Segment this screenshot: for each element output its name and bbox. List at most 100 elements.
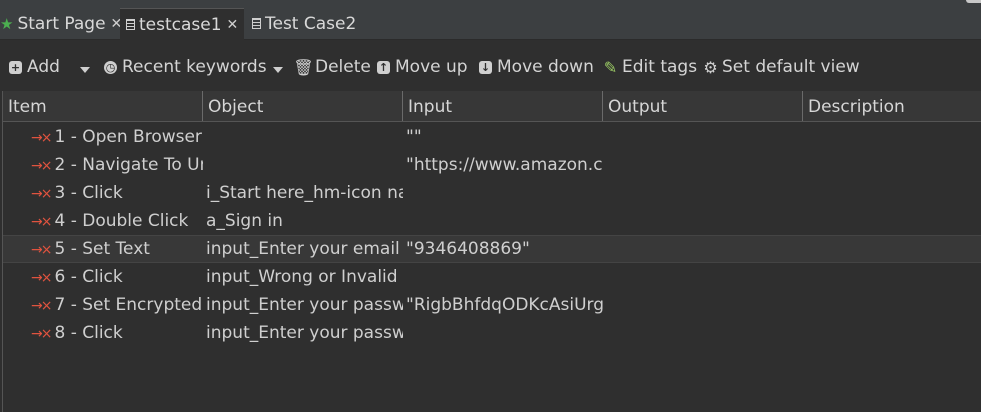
keyword-step-icon: →× bbox=[31, 214, 53, 230]
cell-object[interactable] bbox=[206, 151, 403, 179]
column-header-object[interactable]: Object bbox=[203, 91, 403, 121]
cell-object[interactable] bbox=[206, 123, 403, 151]
cell-description[interactable] bbox=[806, 151, 981, 179]
cell-object[interactable]: input_Wrong or Invalid e bbox=[206, 263, 403, 291]
move-down-button[interactable]: ↓ Move down bbox=[479, 56, 594, 78]
cell-item-text: 7 - Set Encrypted Text bbox=[54, 295, 203, 315]
tab-test-case2[interactable]: Test Case2 bbox=[252, 8, 356, 39]
keyword-step-icon: →× bbox=[31, 270, 53, 286]
column-header-item[interactable]: Item bbox=[3, 91, 203, 121]
cell-input[interactable] bbox=[406, 319, 603, 347]
cell-item-text: 8 - Click bbox=[54, 323, 123, 343]
add-button[interactable]: + Add bbox=[9, 56, 60, 78]
delete-label: Delete bbox=[315, 57, 371, 77]
tab-label: testcase1 bbox=[139, 14, 222, 35]
test-case-icon bbox=[126, 19, 135, 30]
cell-item[interactable]: →× 1 - Open Browser bbox=[31, 123, 203, 151]
cell-output[interactable] bbox=[606, 319, 803, 347]
column-header-output[interactable]: Output bbox=[603, 91, 803, 121]
cell-object[interactable]: input_Enter your passwo bbox=[206, 291, 403, 319]
recent-keywords-button[interactable]: ◷ Recent keywords bbox=[104, 56, 267, 78]
column-header-description[interactable]: Description bbox=[803, 91, 981, 121]
cell-object-text: i_Start here_hm-icon nav- bbox=[206, 183, 403, 203]
keyword-step-icon: →× bbox=[31, 186, 53, 202]
cell-object-text: a_Sign in bbox=[206, 211, 283, 231]
add-dropdown-chevron-icon[interactable] bbox=[80, 67, 90, 73]
cell-output[interactable] bbox=[606, 123, 803, 151]
cell-item[interactable]: →× 4 - Double Click bbox=[31, 207, 203, 235]
cell-output[interactable] bbox=[606, 291, 803, 319]
cell-output[interactable] bbox=[606, 207, 803, 235]
cell-description[interactable] bbox=[806, 207, 981, 235]
table-row[interactable]: →× 3 - Click i_Start here_hm-icon nav- bbox=[3, 179, 981, 207]
tab-testcase1[interactable]: testcase1 ✕ bbox=[120, 8, 245, 40]
tab-start-page[interactable]: ★ Start Page ✕ bbox=[0, 8, 122, 39]
cell-item[interactable]: →× 3 - Click bbox=[31, 179, 203, 207]
cell-input-text: "RigbBhfdqODKcAsiUrg- bbox=[406, 295, 603, 315]
cell-input[interactable] bbox=[406, 179, 603, 207]
cell-input[interactable]: "9346408869" bbox=[406, 236, 603, 264]
cell-item-text: 2 - Navigate To Url bbox=[54, 155, 203, 175]
table-row[interactable]: →× 6 - Click input_Wrong or Invalid e bbox=[3, 263, 981, 291]
set-default-view-button[interactable]: ⚙ Set default view bbox=[703, 56, 860, 78]
cell-input[interactable]: "https://www.amazon.co bbox=[406, 151, 603, 179]
arrow-down-icon: ↓ bbox=[479, 60, 492, 74]
recent-keywords-label: Recent keywords bbox=[122, 57, 267, 77]
table-row[interactable]: →× 2 - Navigate To Url "https://www.amazon… bbox=[3, 151, 981, 179]
keyword-step-icon: →× bbox=[31, 242, 53, 258]
cell-item[interactable]: →×7 - Set Encrypted Text bbox=[31, 291, 203, 319]
cell-object[interactable]: input_Enter your email or bbox=[206, 236, 403, 264]
star-icon: ★ bbox=[0, 14, 14, 33]
cell-item-text: 1 - Open Browser bbox=[54, 127, 202, 147]
keyword-step-icon: →× bbox=[31, 326, 53, 342]
set-default-view-label: Set default view bbox=[722, 57, 860, 77]
gear-icon: ⚙ bbox=[703, 57, 718, 77]
arrow-up-icon: ↑ bbox=[377, 60, 390, 74]
test-case-toolbar: + Add ◷ Recent keywords 🗑 Delete ↑ Move … bbox=[0, 40, 981, 90]
cell-output[interactable] bbox=[606, 179, 803, 207]
move-down-label: Move down bbox=[497, 57, 594, 77]
cell-object[interactable]: i_Start here_hm-icon nav- bbox=[206, 179, 403, 207]
cell-output[interactable] bbox=[606, 263, 803, 291]
cell-description[interactable] bbox=[806, 123, 981, 151]
cell-object-text: input_Wrong or Invalid e bbox=[206, 267, 403, 287]
edit-tag-icon: ✎ bbox=[603, 57, 618, 77]
cell-input[interactable]: "RigbBhfdqODKcAsiUrg- bbox=[406, 291, 603, 319]
table-header: Item Object Input Output Description bbox=[3, 91, 981, 122]
cell-description[interactable] bbox=[806, 319, 981, 347]
table-row[interactable]: →× 4 - Double Click a_Sign in bbox=[3, 207, 981, 235]
cell-item[interactable]: →× 5 - Set Text bbox=[31, 236, 203, 264]
trash-icon: 🗑 bbox=[293, 57, 314, 77]
close-icon[interactable]: ✕ bbox=[227, 17, 239, 33]
cell-description[interactable] bbox=[806, 291, 981, 319]
cell-description[interactable] bbox=[806, 179, 981, 207]
cell-object[interactable]: input_Enter your passwo bbox=[206, 319, 403, 347]
cell-item[interactable]: →× 8 - Click bbox=[31, 319, 203, 347]
keyword-step-icon: →× bbox=[31, 130, 53, 146]
edit-tags-button[interactable]: ✎ Edit tags bbox=[604, 56, 697, 78]
table-row[interactable]: →× 5 - Set Text input_Enter your email or "… bbox=[3, 235, 981, 263]
cell-item[interactable]: →× 6 - Click bbox=[31, 263, 203, 291]
cell-output[interactable] bbox=[606, 151, 803, 179]
tab-label: Start Page bbox=[17, 13, 106, 34]
cell-description[interactable] bbox=[806, 263, 981, 291]
cell-input[interactable]: "" bbox=[406, 123, 603, 151]
cell-input[interactable] bbox=[406, 207, 603, 235]
cell-item-text: 4 - Double Click bbox=[54, 211, 189, 231]
cell-description[interactable] bbox=[806, 236, 981, 264]
cell-item[interactable]: →× 2 - Navigate To Url bbox=[31, 151, 203, 179]
delete-button[interactable]: 🗑 Delete bbox=[293, 56, 371, 78]
cell-input-text: "9346408869" bbox=[406, 239, 530, 259]
recent-keywords-chevron-icon[interactable] bbox=[273, 67, 283, 73]
table-row[interactable]: →× 8 - Click input_Enter your passwo bbox=[3, 319, 981, 347]
cell-input-text: "" bbox=[406, 127, 422, 147]
table-row[interactable]: →×7 - Set Encrypted Textinput_Enter your… bbox=[3, 291, 981, 319]
cell-output[interactable] bbox=[606, 236, 803, 264]
move-up-button[interactable]: ↑ Move up bbox=[377, 56, 468, 78]
column-header-input[interactable]: Input bbox=[403, 91, 603, 121]
cell-object[interactable]: a_Sign in bbox=[206, 207, 403, 235]
history-icon: ◷ bbox=[104, 60, 117, 74]
table-row[interactable]: →× 1 - Open Browser "" bbox=[3, 123, 981, 151]
cell-input[interactable] bbox=[406, 263, 603, 291]
window-corner bbox=[966, 0, 981, 3]
